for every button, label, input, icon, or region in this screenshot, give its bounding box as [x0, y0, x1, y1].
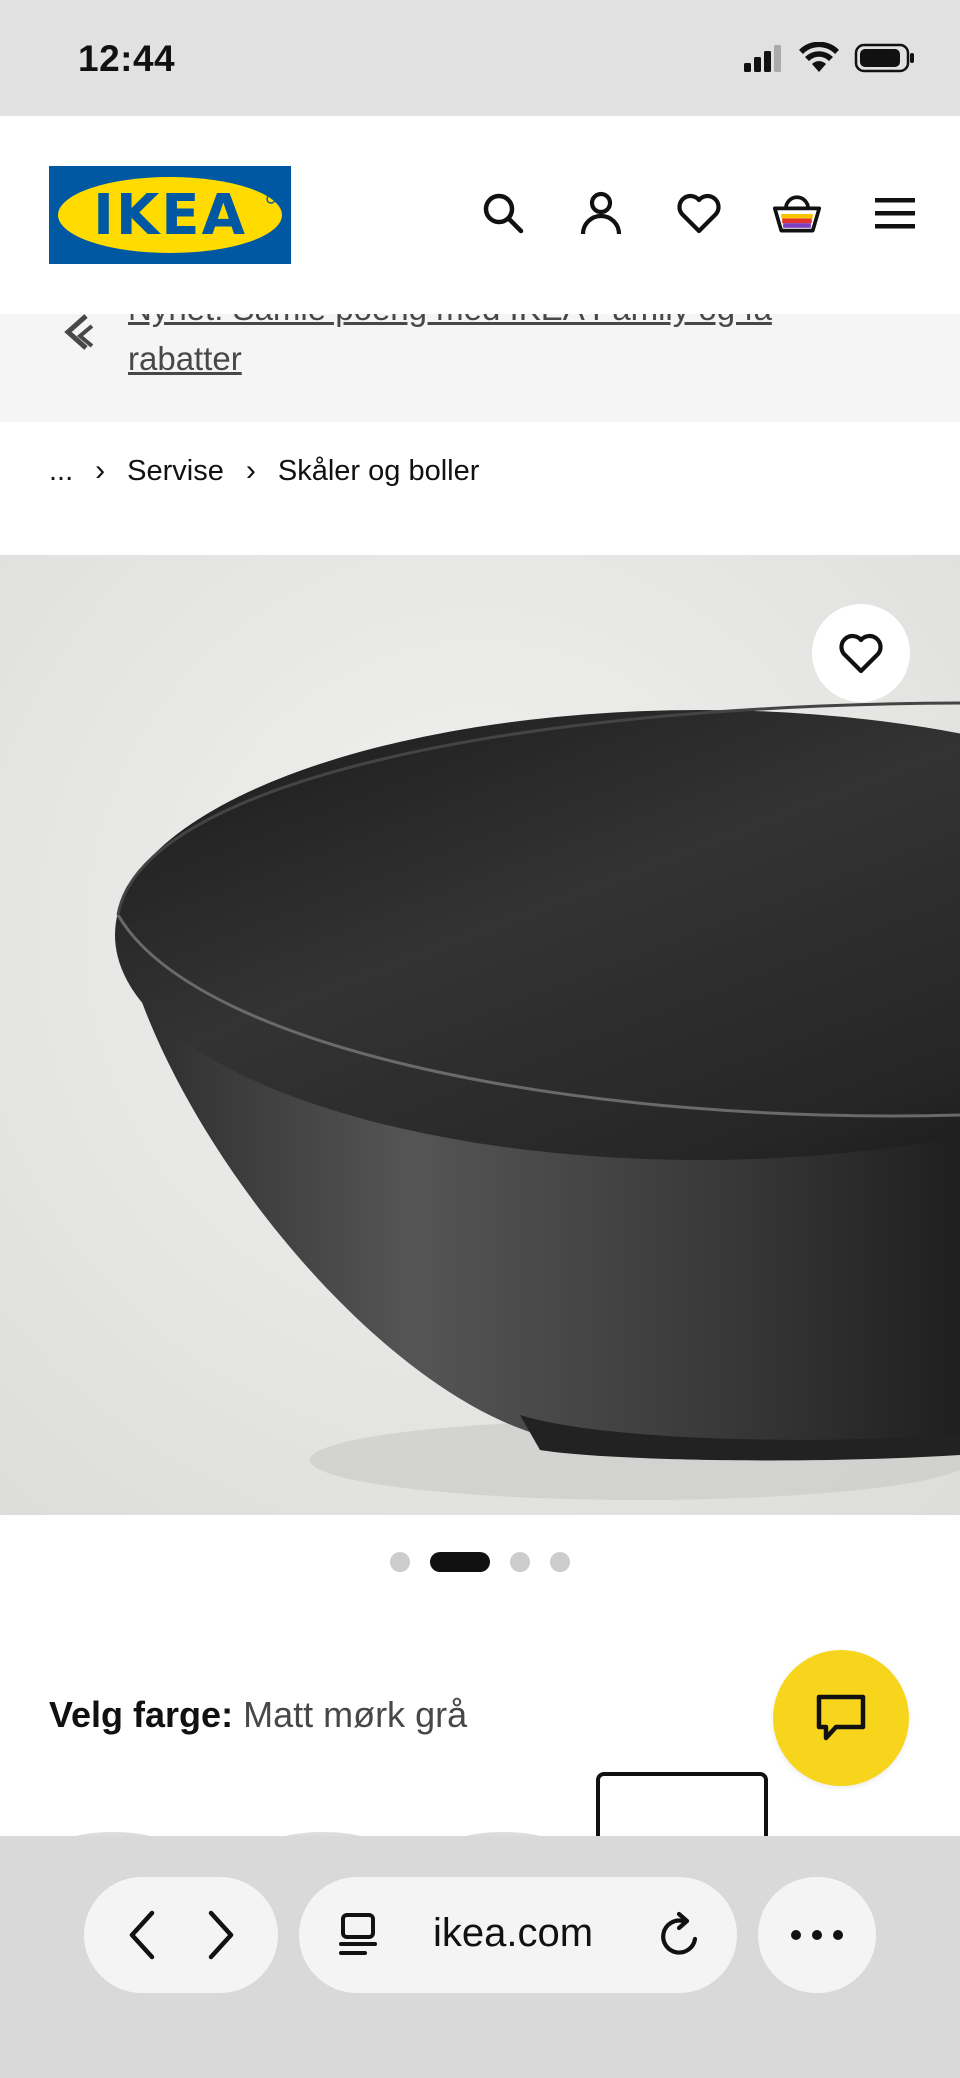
basket-button[interactable] [772, 188, 822, 238]
promo-banner-link[interactable]: Nyhet! Samle poeng med IKEA Family og få… [128, 314, 848, 384]
breadcrumb-skaler[interactable]: Skåler og boller [278, 455, 480, 488]
carousel-dot[interactable] [510, 1552, 530, 1572]
status-time: 12:44 [78, 38, 176, 79]
cellular-signal-icon [744, 45, 781, 72]
search-icon [483, 193, 524, 234]
carousel-dot[interactable] [550, 1552, 570, 1572]
url-text: ikea.com [433, 1911, 594, 1955]
chevron-right-icon: › [245, 454, 256, 487]
promo-banner[interactable]: Nyhet! Samle poeng med IKEA Family og få… [0, 314, 960, 422]
breadcrumb: ... › Servise › Skåler og boller [49, 454, 479, 488]
site-header: IKEA [0, 116, 960, 314]
account-icon [580, 191, 622, 235]
browser-toolbar: ikea.com [0, 1836, 960, 2078]
status-icons [742, 42, 916, 74]
chat-button[interactable] [773, 1650, 909, 1786]
forward-icon[interactable] [201, 1909, 241, 1961]
more-icon [791, 1930, 843, 1940]
color-label-prefix: Velg farge: [49, 1694, 234, 1735]
menu-button[interactable] [870, 188, 920, 238]
product-image[interactable] [0, 555, 960, 1515]
account-button[interactable] [576, 188, 626, 238]
wifi-icon [799, 42, 839, 72]
more-options-button[interactable] [758, 1877, 876, 1993]
battery-icon [854, 43, 914, 73]
browser-nav-buttons [84, 1877, 278, 1993]
bowl-photo [0, 555, 960, 1515]
back-icon[interactable] [122, 1909, 162, 1961]
chevron-back-icon [64, 314, 94, 350]
basket-icon [772, 195, 822, 233]
favourites-button[interactable] [674, 188, 724, 238]
carousel-dot[interactable] [390, 1552, 410, 1572]
page: 12:44 IKEA rabatter ... › Servise › Skål… [0, 0, 960, 2078]
chevron-right-icon: › [95, 454, 106, 487]
save-to-favourites-button[interactable] [812, 604, 910, 702]
selected-color: Matt mørk grå [243, 1694, 468, 1735]
menu-icon [875, 198, 915, 229]
address-bar[interactable]: ikea.com [299, 1877, 737, 1993]
search-button[interactable] [478, 188, 528, 238]
carousel-dot-active[interactable] [430, 1552, 490, 1572]
carousel-indicator [0, 1552, 960, 1572]
swatch-option-selected[interactable] [596, 1772, 768, 1840]
ikea-logo[interactable]: IKEA [49, 166, 291, 264]
color-selector-label: Velg farge: Matt mørk grå [49, 1694, 467, 1736]
chat-icon [816, 1694, 866, 1741]
header-icons [478, 188, 920, 238]
heart-icon [677, 193, 721, 234]
breadcrumb-ellipsis[interactable]: ... [49, 455, 73, 488]
reader-mode-icon[interactable] [337, 1911, 379, 1959]
breadcrumb-servise[interactable]: Servise [127, 455, 224, 488]
heart-icon [839, 633, 883, 674]
logo-text: IKEA [93, 182, 247, 248]
reload-icon[interactable] [657, 1911, 703, 1959]
status-bar: 12:44 [0, 0, 960, 116]
